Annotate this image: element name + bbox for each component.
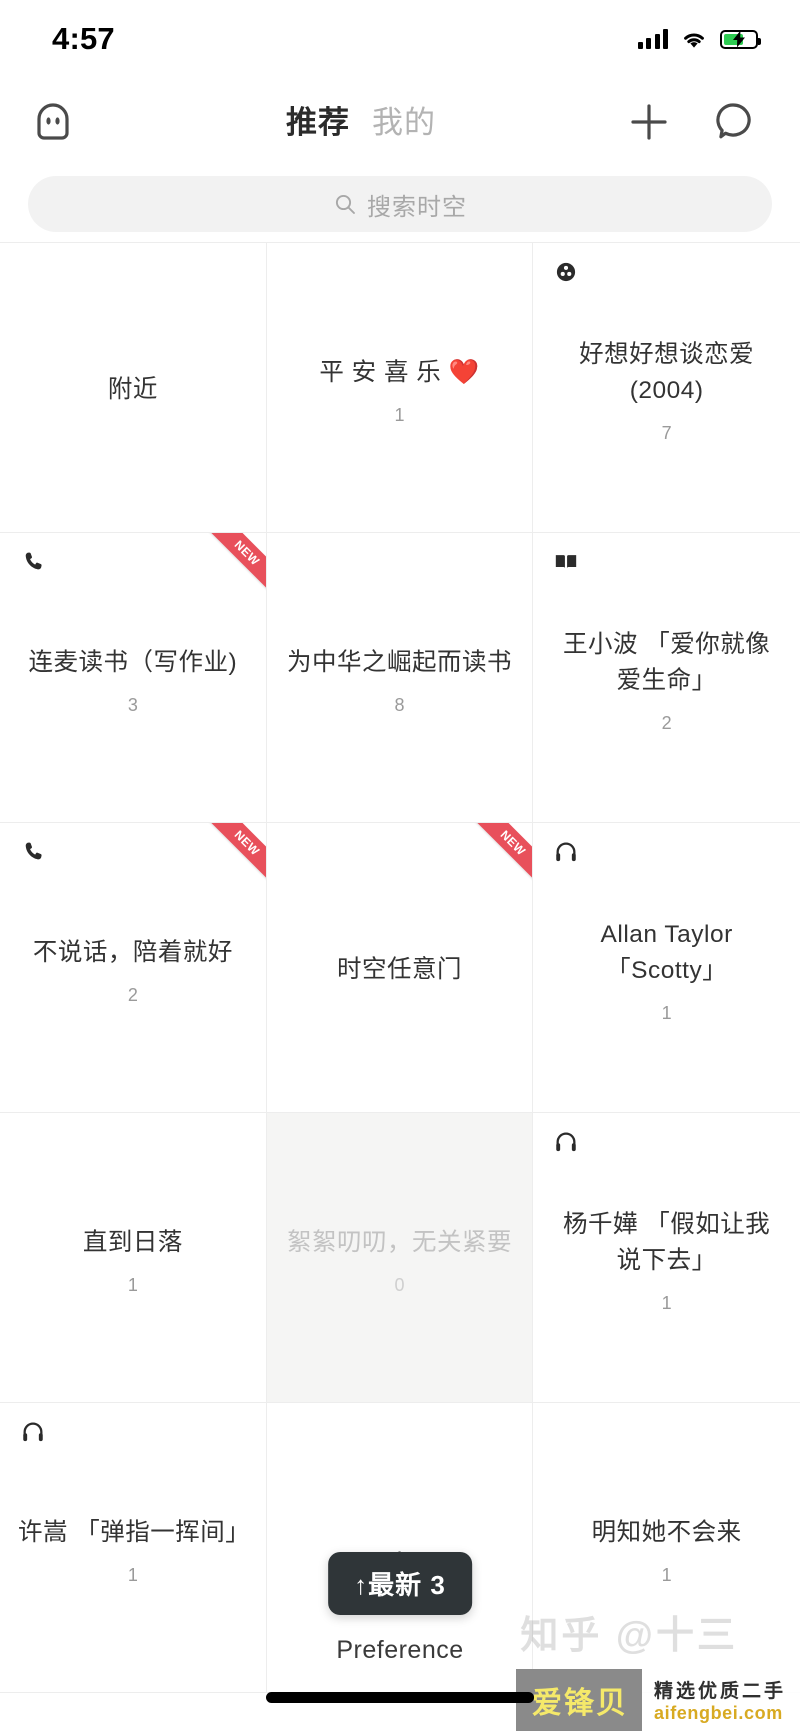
room-cell-body: Allan Taylor 「Scotty」 1 [551,917,782,1022]
room-member-count: 7 [661,423,672,444]
room-cell-body: 絮絮叨叨，无关紧要 0 [285,1225,515,1295]
search-icon [335,194,355,214]
new-badge-label: NEW [208,823,266,881]
room-cell[interactable]: 絮絮叨叨，无关紧要 0 [266,1113,534,1403]
new-badge-label: NEW [208,533,266,591]
room-cell-body: 为中华之崛起而读书 8 [285,645,515,715]
nav-tabs: 推荐 我的 [108,107,614,138]
room-cell[interactable]: 附近 [0,243,267,533]
room-member-count: 3 [127,695,138,716]
room-title: 直到日落 [82,1228,183,1256]
room-cell[interactable]: 好想好想谈恋爱(2004) 7 [533,243,800,533]
signal-bars-icon [637,29,668,49]
headphones-icon [556,1132,577,1152]
room-cell-body: 平 安 喜 乐 ❤️ 1 [285,355,515,425]
room-member-count: 1 [127,1275,138,1296]
room-member-count: 0 [394,1275,405,1296]
room-cell-icon [18,1417,48,1447]
status-indicators [637,29,761,49]
phone-icon [25,552,42,570]
ghost-mascot-icon[interactable] [28,97,78,147]
room-member-count: 8 [394,695,405,716]
room-cell-icon [18,837,48,867]
room-title: Allan Taylor 「Scotty」 [600,920,733,984]
room-cell-icon [551,257,581,287]
room-title: 附近 [107,375,158,403]
room-cell-body: 杨千嬅 「假如让我说下去」 1 [551,1207,782,1312]
tab-mine[interactable]: 我的 [372,107,436,138]
room-cell[interactable]: 许嵩 「弹指一挥间」 1 [0,1403,267,1693]
room-cell[interactable]: 为中华之崛起而读书 8 [266,533,534,823]
room-cell-body: 连麦读书（写作业) 3 [18,645,248,715]
phone-icon [25,842,42,860]
room-cell-body: 许嵩 「弹指一挥间」 1 [18,1515,251,1586]
room-member-count: 1 [661,1293,672,1314]
room-cell-body: 时空任意门 [285,952,515,988]
room-title: 时空任意门 [336,955,462,983]
plus-icon[interactable] [626,99,672,145]
room-cell-body: 王小波 「爱你就像爱生命」 2 [551,627,782,732]
room-cell-icon [551,837,581,867]
room-title: 好想好想谈恋爱(2004) [579,340,755,404]
room-title: 明知她不会来 [591,1518,742,1546]
jump-to-newest-button[interactable]: ↑最新 3 [328,1552,472,1615]
room-cell[interactable]: 杨千嬅 「假如让我说下去」 1 [533,1113,800,1403]
home-indicator [266,1692,534,1703]
room-cell[interactable]: 明知她不会来 1 [533,1403,800,1693]
film-reel-icon [557,262,576,282]
app-root: 4:57 推荐 我的 搜索时空 附近 平 安 喜 乐 ❤️ 1 好想好想谈恋爱(… [0,0,800,1731]
tab-recommend[interactable]: 推荐 [286,107,350,138]
room-member-count: 2 [661,713,672,734]
room-cell[interactable]: NEW 连麦读书（写作业) 3 [0,533,267,823]
nav-bar: 推荐 我的 [0,78,800,166]
speech-bubble-icon[interactable] [710,99,756,145]
room-cell[interactable]: NEW 时空任意门 [266,823,534,1113]
room-member-count: 1 [127,1565,138,1586]
headphones-icon [23,1422,43,1442]
room-member-count: 1 [661,1003,672,1024]
room-title: 不说话，陪着就好 [32,938,233,966]
search-placeholder: 搜索时空 [367,193,467,221]
battery-charging-icon [720,29,761,49]
room-cell-body: 不说话，陪着就好 2 [18,935,248,1005]
wifi-icon [684,33,704,48]
new-badge: NEW [208,533,266,591]
room-member-count: 2 [127,985,138,1006]
room-cell[interactable]: 平 安 喜 乐 ❤️ 1 [266,243,534,533]
status-time: 4:57 [52,21,115,56]
headphones-icon [556,842,577,862]
room-title: 杨千嬅 「假如让我说下去」 [563,1210,771,1274]
room-title: 平 安 喜 乐 ❤️ [319,358,480,386]
room-cell[interactable]: Allan Taylor 「Scotty」 1 [533,823,800,1113]
room-title: 许嵩 「弹指一挥间」 [18,1518,251,1546]
room-title: 为中华之崛起而读书 [286,648,512,676]
room-cell-body: 直到日落 1 [18,1225,248,1295]
room-cell-body: 附近 [18,372,248,408]
nav-right-group [614,99,774,145]
nav-left-group [18,97,108,147]
status-bar: 4:57 [0,0,800,78]
room-cell[interactable]: 直到日落 1 [0,1113,267,1403]
room-cell-body: 好想好想谈恋爱(2004) 7 [551,337,782,442]
search-bar-container: 搜索时空 [0,166,800,242]
room-cell-body: 明知她不会来 1 [551,1515,782,1585]
book-icon [556,555,577,569]
charging-bolt-icon [733,30,745,48]
room-grid: 附近 平 安 喜 乐 ❤️ 1 好想好想谈恋爱(2004) 7 NEW 连麦读书（写作业) 3… [0,242,800,1731]
new-badge-label: NEW [475,823,533,881]
room-cell-icon [18,547,48,577]
new-badge: NEW [208,823,266,881]
preference-label[interactable]: Preference [336,1636,463,1665]
room-cell[interactable]: 王小波 「爱你就像爱生命」 2 [533,533,800,823]
room-title: 絮絮叨叨，无关紧要 [286,1228,512,1256]
new-badge: NEW [474,823,533,881]
room-cell-icon [551,1127,581,1157]
room-cell-icon [551,547,581,577]
room-title: 王小波 「爱你就像爱生命」 [563,630,771,694]
search-input[interactable]: 搜索时空 [28,176,772,232]
room-title: 连麦读书（写作业) [28,648,238,676]
room-member-count: 1 [661,1565,672,1586]
room-cell[interactable]: NEW 不说话，陪着就好 2 [0,823,267,1113]
room-member-count: 1 [394,405,405,426]
